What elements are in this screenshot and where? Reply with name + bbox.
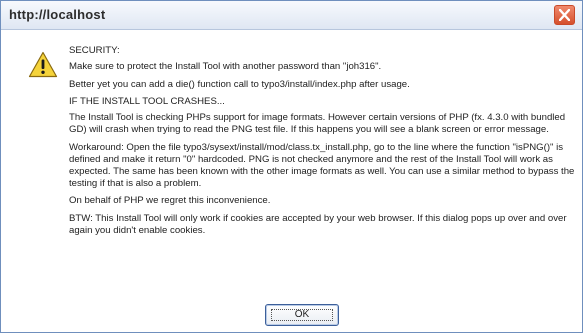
warning-icon xyxy=(28,51,58,78)
btw-paragraph: BTW: This Install Tool will only work if… xyxy=(69,212,567,236)
message-body: SECURITY: Make sure to protect the Insta… xyxy=(69,45,575,242)
title-bar[interactable]: http://localhost xyxy=(1,1,582,30)
workaround-paragraph: Workaround: Open the file typo3/sysext/i… xyxy=(69,141,575,189)
security-header: SECURITY: xyxy=(69,45,120,56)
ok-button-label: OK xyxy=(294,309,310,320)
close-icon xyxy=(559,9,570,21)
close-button[interactable] xyxy=(554,5,575,25)
alert-dialog: http://localhost SECURITY: Make sure to … xyxy=(0,0,583,333)
security-line-2: Better yet you can add a die() function … xyxy=(69,78,410,90)
security-line-1: Make sure to protect the Install Tool wi… xyxy=(69,61,382,72)
crash-paragraph: The Install Tool is checking PHPs suppor… xyxy=(69,112,566,135)
ok-button[interactable]: OK xyxy=(265,304,339,326)
regret-line: On behalf of PHP we regret this inconven… xyxy=(69,195,271,206)
window-title: http://localhost xyxy=(9,7,106,22)
crash-header: IF THE INSTALL TOOL CRASHES... xyxy=(69,96,225,107)
